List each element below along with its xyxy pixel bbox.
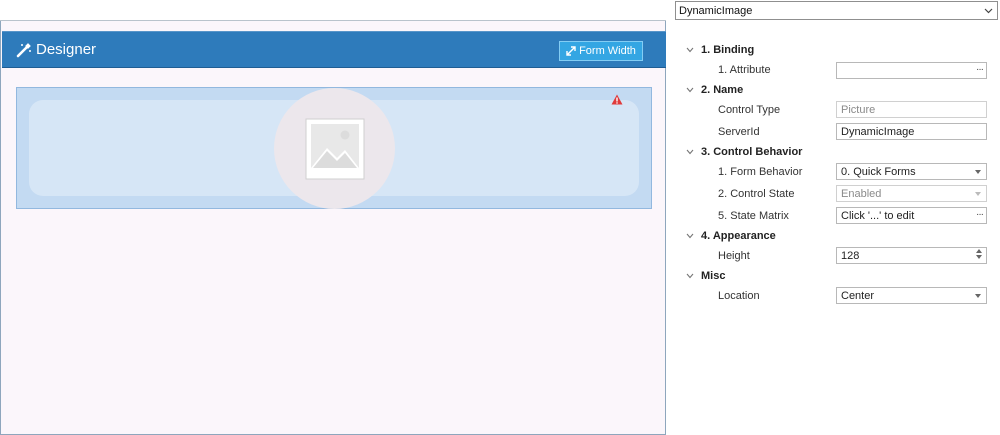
section-control-behavior[interactable]: 3. Control Behavior <box>686 146 802 158</box>
form-behavior-dropdown[interactable]: 0. Quick Forms <box>836 163 987 180</box>
section-title: 2. Name <box>701 84 744 96</box>
form-behavior-value: 0. Quick Forms <box>841 165 916 178</box>
ellipsis-button[interactable]: ··· <box>976 209 984 220</box>
prop-label-server-id: ServerId <box>718 126 760 138</box>
dropdown-arrow-icon <box>975 192 981 196</box>
attribute-field[interactable]: ··· <box>836 62 987 79</box>
prop-label-location: Location <box>718 290 760 302</box>
section-title: 3. Control Behavior <box>701 146 803 158</box>
ellipsis-button[interactable]: ··· <box>976 64 984 75</box>
designer-title-text: Designer <box>36 41 97 58</box>
prop-label-control-state: 2. Control State <box>718 188 795 200</box>
form-width-button[interactable]: Form Width <box>559 41 643 61</box>
picture-placeholder-circle <box>274 88 395 209</box>
server-id-field[interactable]: DynamicImage <box>836 123 987 140</box>
property-panel: DynamicImage 1. Binding 1. Attribute ···… <box>670 0 1000 435</box>
server-id-value: DynamicImage <box>841 125 915 138</box>
collapse-chevron-icon[interactable] <box>686 149 694 155</box>
dynamic-image-control[interactable] <box>16 87 652 209</box>
prop-label-attribute: 1. Attribute <box>718 64 771 76</box>
collapse-chevron-icon[interactable] <box>686 47 694 53</box>
designer-canvas: Designer Form Width <box>0 21 666 435</box>
control-state-value: Enabled <box>841 187 882 200</box>
designer-title: Designer <box>16 41 96 58</box>
chevron-down-icon <box>984 8 993 14</box>
designer-header: Designer Form Width <box>2 31 666 68</box>
app-root: Designer Form Width DynamicImage 1. Bind… <box>0 0 1000 435</box>
section-title: 4. Appearance <box>701 230 776 242</box>
dropdown-arrow-icon[interactable] <box>975 294 981 298</box>
section-binding[interactable]: 1. Binding <box>686 44 754 56</box>
prop-label-height: Height <box>718 250 750 262</box>
designer-top-strip <box>0 0 666 21</box>
height-value: 128 <box>841 249 860 262</box>
spinner-arrows-icon[interactable] <box>976 249 982 259</box>
control-type-field: Picture <box>836 101 987 118</box>
collapse-chevron-icon[interactable] <box>686 233 694 239</box>
section-misc[interactable]: Misc <box>686 270 725 282</box>
control-state-dropdown: Enabled <box>836 185 987 202</box>
control-selector-dropdown[interactable]: DynamicImage <box>675 1 998 20</box>
prop-label-state-matrix: 5. State Matrix <box>718 210 789 222</box>
location-dropdown[interactable]: Center <box>836 287 987 304</box>
prop-label-control-type: Control Type <box>718 104 781 116</box>
state-matrix-value: Click '...' to edit <box>841 209 915 222</box>
control-type-value: Picture <box>841 103 876 116</box>
state-matrix-field[interactable]: Click '...' to edit ··· <box>836 207 987 224</box>
collapse-chevron-icon[interactable] <box>686 273 694 279</box>
magic-wand-icon <box>16 42 31 57</box>
dropdown-arrow-icon[interactable] <box>975 170 981 174</box>
control-selector-value: DynamicImage <box>679 4 753 17</box>
expand-icon <box>566 46 576 56</box>
section-title: Misc <box>701 270 726 282</box>
prop-label-form-behavior: 1. Form Behavior <box>718 166 803 178</box>
height-spinner[interactable]: 128 <box>836 247 987 264</box>
section-appearance[interactable]: 4. Appearance <box>686 230 776 242</box>
image-icon <box>305 118 364 179</box>
section-name[interactable]: 2. Name <box>686 84 743 96</box>
warning-icon[interactable] <box>611 94 623 105</box>
section-title: 1. Binding <box>701 44 755 56</box>
location-value: Center <box>841 289 875 302</box>
collapse-chevron-icon[interactable] <box>686 87 694 93</box>
form-width-label: Form Width <box>579 45 636 57</box>
